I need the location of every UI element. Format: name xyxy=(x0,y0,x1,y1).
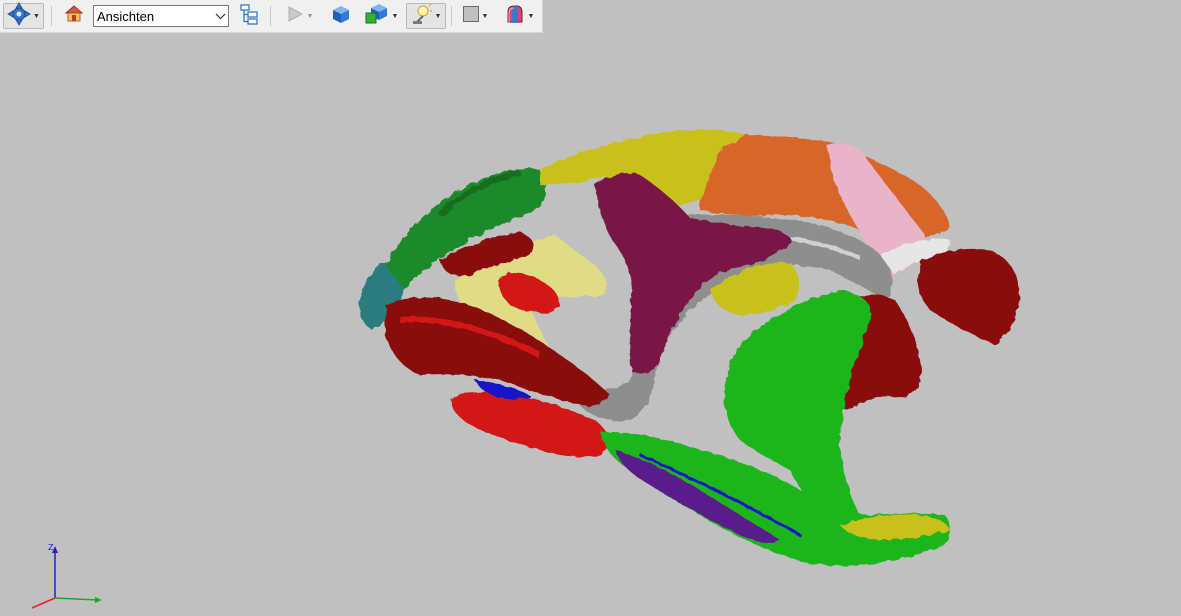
views-select-value: Ansichten xyxy=(97,8,155,24)
toolbar-separator xyxy=(270,6,271,26)
toolbar-separator xyxy=(51,6,52,26)
background-color-icon xyxy=(462,5,480,28)
cross-section-button[interactable]: ▼ xyxy=(500,3,538,29)
render-mode-cubes-icon xyxy=(364,3,390,30)
3d-viewport[interactable]: Z xyxy=(0,33,1181,616)
caret-down-icon: ▼ xyxy=(391,12,399,20)
cross-section-icon xyxy=(504,3,526,30)
home-icon xyxy=(64,4,84,29)
home-button[interactable] xyxy=(62,3,86,29)
skull-model[interactable] xyxy=(0,33,1181,616)
caret-down-icon: ▼ xyxy=(306,12,314,20)
lighting-lamp-icon xyxy=(411,3,433,30)
render-mode-button[interactable]: ▼ xyxy=(362,3,400,29)
model-tree-icon xyxy=(238,3,260,30)
navigate-crosshair-icon xyxy=(7,1,31,31)
views-select[interactable]: Ansichten xyxy=(93,5,229,27)
chevron-down-icon[interactable] xyxy=(212,6,228,26)
navigate-button[interactable]: ▼ xyxy=(3,1,44,31)
caret-down-icon: ▼ xyxy=(527,12,535,20)
toolbar: ▼ Ansichten ▼ ▼ ▼ ▼ ▼ xyxy=(0,0,543,33)
solid-cube-button[interactable] xyxy=(329,3,353,29)
caret-down-icon: ▼ xyxy=(33,12,40,20)
axis-triad: Z xyxy=(31,543,102,609)
solid-cube-icon xyxy=(331,4,351,29)
toolbar-separator xyxy=(451,6,452,26)
background-color-button[interactable]: ▼ xyxy=(457,3,493,29)
caret-down-icon: ▼ xyxy=(481,12,489,20)
dark-red-quadrate xyxy=(917,248,1020,345)
caret-down-icon: ▼ xyxy=(434,12,442,20)
play-button[interactable]: ▼ xyxy=(280,3,318,29)
model-tree-button[interactable] xyxy=(236,3,262,29)
play-icon xyxy=(285,4,305,29)
z-axis-label: Z xyxy=(48,543,54,552)
lighting-button[interactable]: ▼ xyxy=(406,3,446,29)
